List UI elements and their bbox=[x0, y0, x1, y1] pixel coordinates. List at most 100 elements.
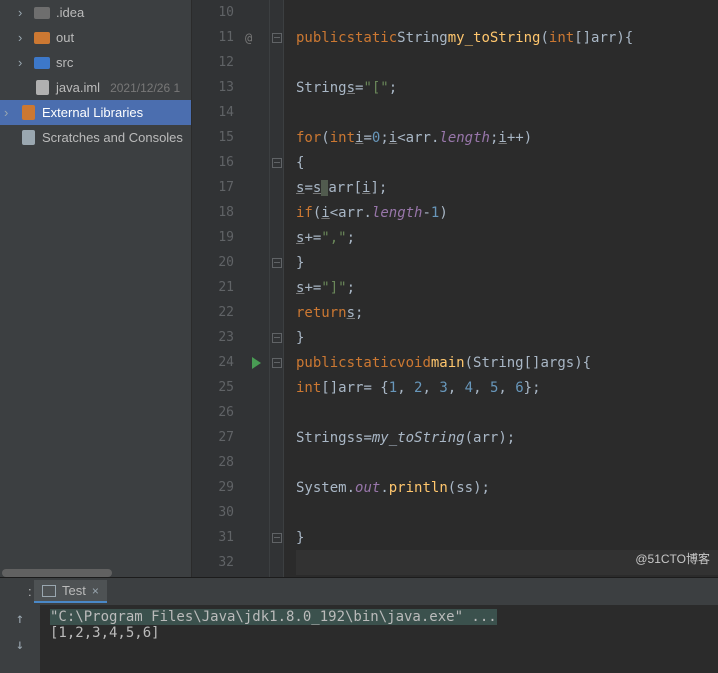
run-icon[interactable] bbox=[252, 357, 261, 369]
code-line[interactable]: public static void main(String[] args) { bbox=[296, 350, 718, 375]
code-line[interactable] bbox=[296, 100, 718, 125]
line-number: 12 bbox=[192, 50, 244, 75]
tree-item-idea[interactable]: › .idea bbox=[0, 0, 191, 25]
code-line[interactable]: for(int i=0;i<arr.length;i++) bbox=[296, 125, 718, 150]
stack-icon bbox=[42, 585, 56, 597]
code-line[interactable] bbox=[296, 400, 718, 425]
tree-item-label: out bbox=[56, 30, 74, 45]
code-line[interactable] bbox=[296, 50, 718, 75]
code-line[interactable]: { bbox=[296, 150, 718, 175]
run-gutter: @ bbox=[244, 0, 270, 577]
code-line[interactable] bbox=[296, 0, 718, 25]
line-number: 24 bbox=[192, 350, 244, 375]
folder-icon bbox=[34, 30, 50, 46]
project-sidebar: › .idea › out › src › java.iml 2021/12/2… bbox=[0, 0, 192, 577]
code-line[interactable]: if(i<arr.length-1) bbox=[296, 200, 718, 225]
tree-item-scratches[interactable]: › Scratches and Consoles bbox=[0, 125, 191, 150]
line-number: 25 bbox=[192, 375, 244, 400]
code-line[interactable]: String s="["; bbox=[296, 75, 718, 100]
fold-icon[interactable] bbox=[272, 158, 282, 168]
line-number: 23 bbox=[192, 325, 244, 350]
line-number: 22 bbox=[192, 300, 244, 325]
line-number: 20 bbox=[192, 250, 244, 275]
tree-item-external-libs[interactable]: › External Libraries bbox=[0, 100, 191, 125]
line-number: 28 bbox=[192, 450, 244, 475]
sidebar-scrollbar[interactable] bbox=[0, 569, 191, 577]
code-editor[interactable]: 10 11 12 13 14 15 16 17 18 19 20 21 22 2… bbox=[192, 0, 718, 577]
tree-item-out[interactable]: › out bbox=[0, 25, 191, 50]
console-toolbar: ↑ ↓ bbox=[0, 605, 40, 673]
code-line[interactable]: s+="]"; bbox=[296, 275, 718, 300]
code-line[interactable]: int[] arr = {1, 2, 3, 4, 5, 6}; bbox=[296, 375, 718, 400]
console-tab-test[interactable]: Test × bbox=[34, 580, 107, 603]
scroll-down-icon[interactable]: ↓ bbox=[16, 637, 24, 653]
line-number: 32 bbox=[192, 550, 244, 575]
line-number: 11 bbox=[192, 25, 244, 50]
line-number: 16 bbox=[192, 150, 244, 175]
line-number: 19 bbox=[192, 225, 244, 250]
tree-item-src[interactable]: › src bbox=[0, 50, 191, 75]
fold-icon[interactable] bbox=[272, 33, 282, 43]
line-number: 10 bbox=[192, 0, 244, 25]
code-body[interactable]: public static String my_toString(int[] a… bbox=[284, 0, 718, 577]
line-number: 31 bbox=[192, 525, 244, 550]
scroll-up-icon[interactable]: ↑ bbox=[16, 611, 24, 627]
line-number: 13 bbox=[192, 75, 244, 100]
code-line[interactable] bbox=[296, 500, 718, 525]
console-command: "C:\Program Files\Java\jdk1.8.0_192\bin\… bbox=[50, 609, 497, 625]
line-number: 18 bbox=[192, 200, 244, 225]
code-line[interactable]: } bbox=[296, 525, 718, 550]
tree-item-label: java.iml bbox=[56, 80, 100, 95]
console-line: [1,2,3,4,5,6] bbox=[50, 625, 160, 641]
vcs-change-icon: @ bbox=[245, 31, 252, 45]
code-line[interactable]: } bbox=[296, 250, 718, 275]
line-number: 21 bbox=[192, 275, 244, 300]
line-number: 27 bbox=[192, 425, 244, 450]
code-line[interactable]: s+=","; bbox=[296, 225, 718, 250]
fold-icon[interactable] bbox=[272, 258, 282, 268]
console-output[interactable]: "C:\Program Files\Java\jdk1.8.0_192\bin\… bbox=[40, 605, 718, 673]
chevron-right-icon: › bbox=[18, 5, 28, 20]
code-line[interactable]: } bbox=[296, 325, 718, 350]
main-area: › .idea › out › src › java.iml 2021/12/2… bbox=[0, 0, 718, 577]
folder-icon bbox=[34, 55, 50, 71]
file-icon bbox=[34, 80, 50, 96]
fold-icon[interactable] bbox=[272, 358, 282, 368]
tree-item-label: Scratches and Consoles bbox=[42, 130, 183, 145]
console-tabbar: : Test × bbox=[0, 578, 718, 605]
fold-icon[interactable] bbox=[272, 533, 282, 543]
fold-gutter bbox=[270, 0, 284, 577]
library-icon bbox=[20, 105, 36, 121]
console-body: ↑ ↓ "C:\Program Files\Java\jdk1.8.0_192\… bbox=[0, 605, 718, 673]
tree-item-label: src bbox=[56, 55, 73, 70]
code-line[interactable]: public static String my_toString(int[] a… bbox=[296, 25, 718, 50]
run-panel: : Test × ↑ ↓ "C:\Program Files\Java\jdk1… bbox=[0, 577, 718, 673]
code-line[interactable]: s=sarr[i]; bbox=[296, 175, 718, 200]
scratch-icon bbox=[20, 130, 36, 146]
close-icon[interactable]: × bbox=[92, 584, 99, 598]
code-line[interactable]: System.out.println(ss); bbox=[296, 475, 718, 500]
credit-watermark: @51CTO博客 bbox=[635, 550, 710, 567]
tree-item-iml[interactable]: › java.iml 2021/12/26 1 bbox=[0, 75, 191, 100]
line-number: 26 bbox=[192, 400, 244, 425]
line-number: 17 bbox=[192, 175, 244, 200]
chevron-right-icon: › bbox=[18, 30, 28, 45]
line-number: 29 bbox=[192, 475, 244, 500]
tree-item-meta: 2021/12/26 1 bbox=[110, 81, 180, 95]
fold-icon[interactable] bbox=[272, 333, 282, 343]
line-gutter: 10 11 12 13 14 15 16 17 18 19 20 21 22 2… bbox=[192, 0, 244, 577]
line-number: 15 bbox=[192, 125, 244, 150]
text-caret bbox=[321, 180, 328, 196]
tab-label: Test bbox=[62, 583, 86, 598]
code-line[interactable]: String ss=my_toString(arr); bbox=[296, 425, 718, 450]
chevron-right-icon: › bbox=[18, 55, 28, 70]
app-root: › .idea › out › src › java.iml 2021/12/2… bbox=[0, 0, 718, 673]
chevron-right-icon: › bbox=[4, 105, 14, 120]
tree-item-label: External Libraries bbox=[42, 105, 143, 120]
line-number: 30 bbox=[192, 500, 244, 525]
code-line[interactable]: return s; bbox=[296, 300, 718, 325]
code-line[interactable] bbox=[296, 450, 718, 475]
folder-icon bbox=[34, 5, 50, 21]
line-number: 14 bbox=[192, 100, 244, 125]
tree-item-label: .idea bbox=[56, 5, 84, 20]
